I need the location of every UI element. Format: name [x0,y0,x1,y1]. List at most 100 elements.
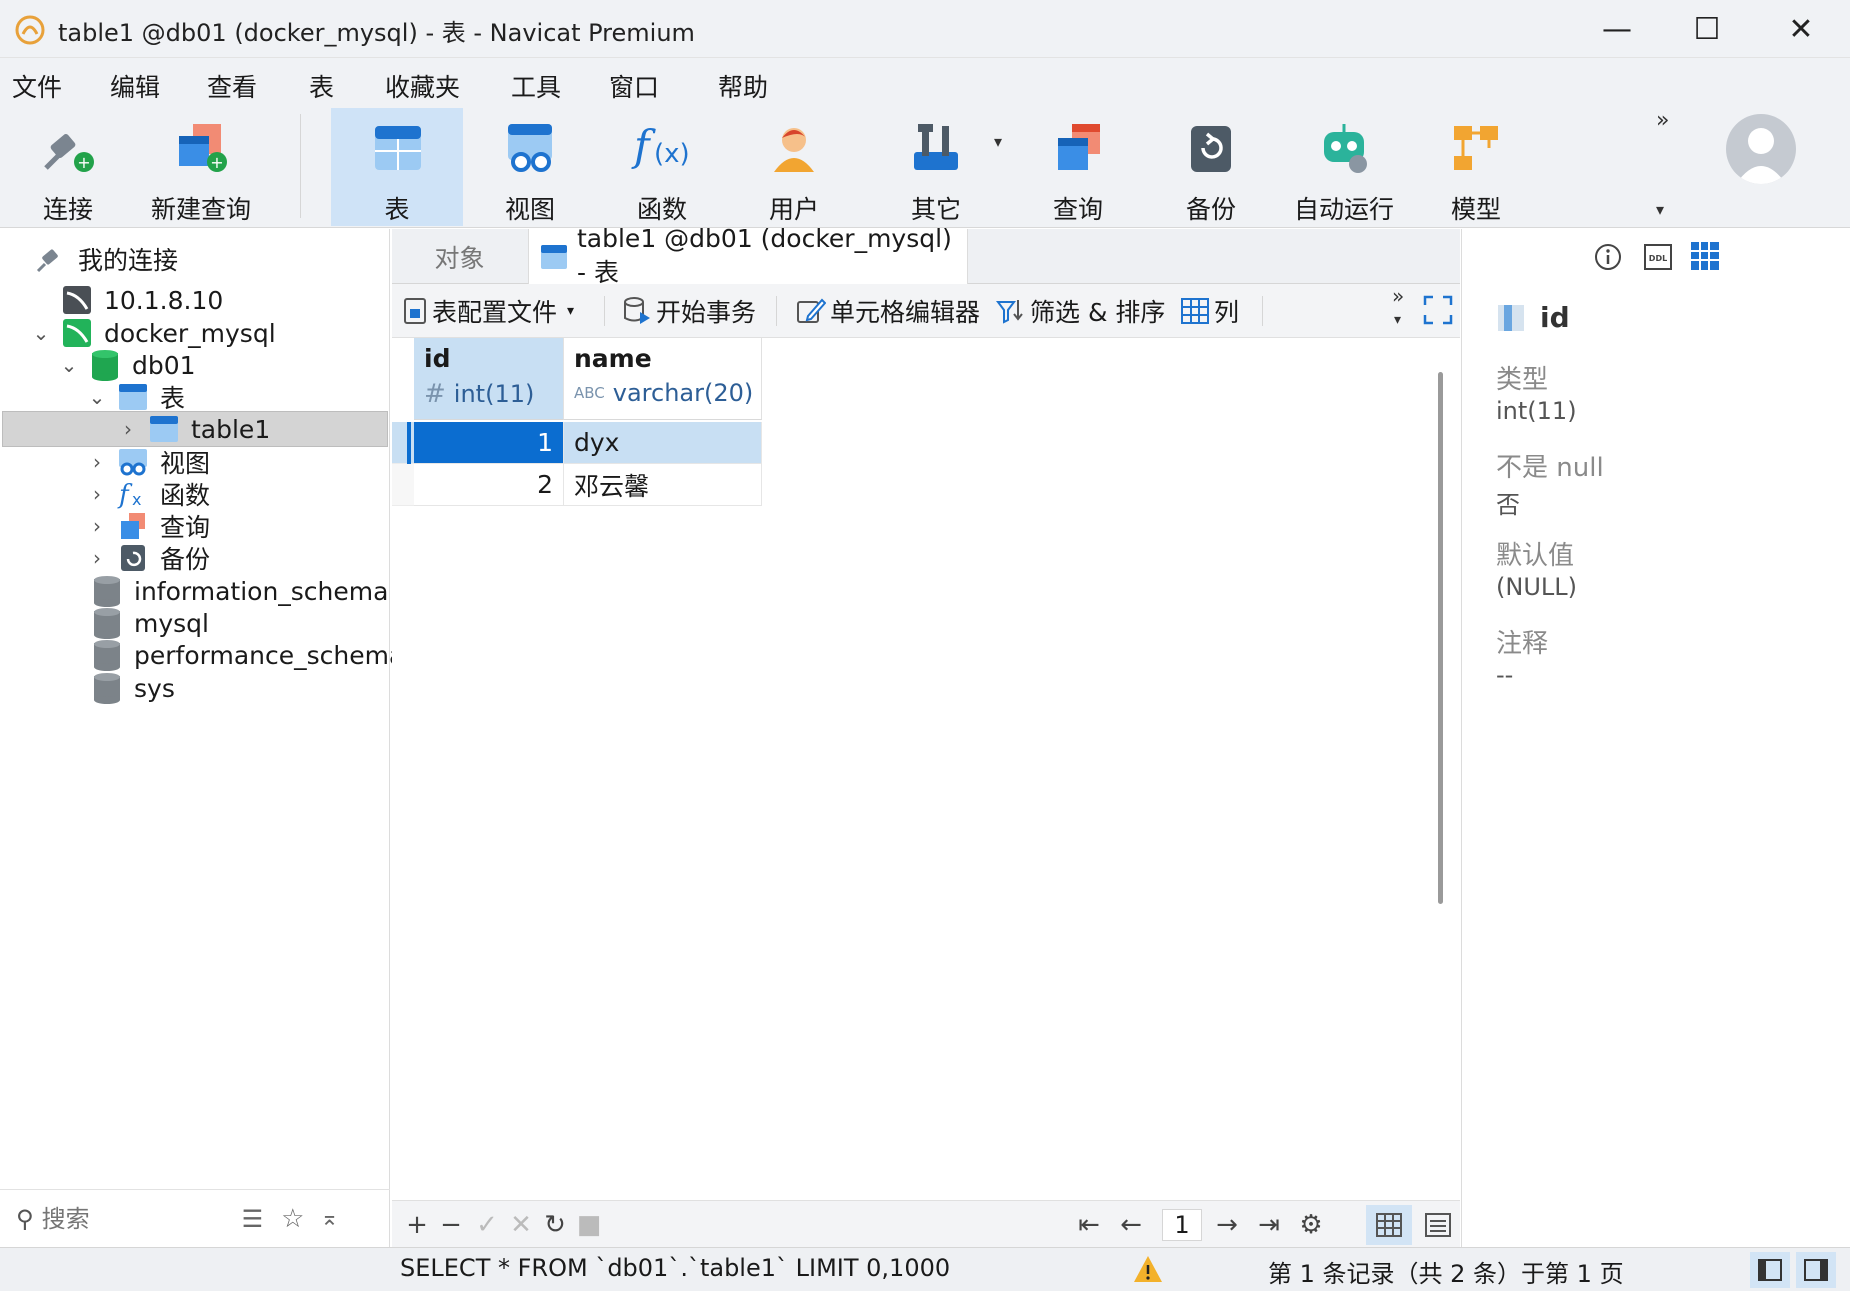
filter-icon[interactable]: ☰ [242,1205,264,1233]
page-number-field[interactable]: 1 [1162,1209,1202,1241]
first-page-icon[interactable]: ⇤ [1074,1209,1104,1241]
cell-editor-button[interactable]: 单元格编辑器 [796,292,980,330]
table-cell[interactable]: dyx [564,422,762,464]
add-record-icon[interactable]: + [402,1209,432,1241]
ddl-icon[interactable]: DDL [1642,241,1674,279]
function-button[interactable]: f (x) 函数 [606,108,718,226]
table-icon [116,381,150,413]
tab-table1[interactable]: table1 @db01 (docker_mysql) - 表 [528,224,968,287]
tree-group-functions[interactable]: › fx 函数 [86,476,210,512]
tree-label: sys [134,673,175,703]
user-button[interactable]: 用户 [738,108,850,226]
fullscreen-icon[interactable] [1422,294,1454,332]
tree-group-views[interactable]: › 视图 [86,444,210,480]
maximize-button[interactable]: ☐ [1662,0,1752,58]
vertical-scrollbar[interactable] [1438,372,1443,904]
last-page-icon[interactable]: ⇥ [1254,1209,1284,1241]
star-icon[interactable]: ☆ [281,1204,304,1234]
other-button[interactable]: 其它 [880,108,992,226]
query-button[interactable]: 查询 [1022,108,1134,226]
toggle-info-panel-icon[interactable] [1796,1252,1836,1288]
view-button[interactable]: 视图 [474,108,586,226]
tree-group-tables[interactable]: ⌄ 表 [86,379,185,415]
robot-icon [1312,116,1376,180]
menu-edit[interactable]: 编辑 [110,68,160,104]
table-cell[interactable]: 邓云馨 [564,464,762,506]
info-icon[interactable] [1592,241,1624,279]
next-page-icon[interactable]: → [1212,1209,1242,1241]
minimize-button[interactable]: — [1572,0,1662,58]
collapse-all-icon[interactable]: ⌅ [320,1206,338,1231]
row-selector[interactable] [392,422,414,464]
menu-window[interactable]: 窗口 [609,68,659,104]
avatar[interactable] [1726,114,1796,184]
column-header-name[interactable]: name ABC varchar(20) [564,338,762,420]
tab-objects[interactable]: 对象 [392,229,527,284]
close-button[interactable]: ✕ [1756,0,1846,58]
table-button[interactable]: 表 [331,108,463,226]
chevron-right-icon[interactable]: › [86,514,108,538]
table-cell[interactable]: 2 [414,464,564,506]
tree-table-table1[interactable]: › table1 [2,411,388,447]
gear-icon[interactable]: ⚙ [1296,1209,1326,1241]
chevron-down-icon: ▾ [567,303,575,319]
previous-page-icon[interactable]: ← [1116,1209,1146,1241]
chevron-down-icon[interactable]: ⌄ [58,353,80,377]
new-query-button[interactable]: + 新建查询 [138,108,264,226]
begin-transaction-button[interactable]: 开始事务 [622,292,756,330]
row-selector[interactable] [392,464,414,506]
structure-icon[interactable] [1688,239,1722,279]
tree-root-my-connections[interactable]: 我的连接 [34,241,178,277]
column-header-id[interactable]: id # int(11) [414,338,564,420]
tree-database-sys[interactable]: sys [90,670,175,706]
svg-text:f: f [117,480,133,509]
menu-table[interactable]: 表 [309,68,334,104]
menu-help[interactable]: 帮助 [718,68,768,104]
delete-record-icon[interactable]: − [436,1209,466,1241]
model-button[interactable]: 模型 [1420,108,1532,226]
numeric-type-icon: # [424,379,446,409]
table-cell[interactable]: 1 [414,422,564,464]
tree-database-performance-schema[interactable]: performance_schema [90,637,404,673]
chevron-right-icon[interactable]: › [86,450,108,474]
warning-icon[interactable] [1132,1254,1164,1290]
chevron-right-icon[interactable]: › [86,482,108,506]
menu-file[interactable]: 文件 [12,68,62,104]
form-view-icon[interactable] [1418,1209,1458,1241]
menu-view[interactable]: 查看 [207,68,257,104]
menu-favorites[interactable]: 收藏夹 [385,68,460,104]
chevron-down-icon[interactable]: ⌄ [86,385,108,409]
tree-database-information-schema[interactable]: information_schema [90,573,388,609]
tree-label: docker_mysql [104,318,276,348]
more-tools-button[interactable]: » [1392,284,1404,308]
automation-button[interactable]: 自动运行 [1288,108,1400,226]
discard-changes-icon[interactable]: ✕ [506,1209,536,1241]
chevron-right-icon[interactable]: › [86,546,108,570]
svg-text:f: f [631,121,656,170]
tree-group-queries[interactable]: › 查询 [86,508,210,544]
toggle-navigator-icon[interactable] [1750,1252,1790,1288]
filter-sort-button[interactable]: 筛选 & 排序 [996,292,1165,330]
tree-group-backups[interactable]: › 备份 [86,540,210,576]
tree-database-mysql[interactable]: mysql [90,605,209,641]
chevron-down-icon[interactable]: ⌄ [30,321,52,345]
search-input[interactable] [41,1204,202,1233]
other-dropdown-icon[interactable]: ▾ [994,132,1002,151]
toolbar-customize-icon[interactable]: ▾ [1656,200,1664,219]
stop-icon[interactable]: ■ [574,1209,604,1241]
menu-tools[interactable]: 工具 [511,68,561,104]
tree-connection-10-1-8-10[interactable]: 10.1.8.10 [60,282,223,318]
connect-button[interactable]: + 连接 [12,108,124,226]
tree-connection-docker-mysql[interactable]: ⌄ docker_mysql [30,315,276,351]
tree-database-db01[interactable]: ⌄ db01 [58,347,196,383]
refresh-icon[interactable]: ↻ [540,1209,570,1241]
chevron-right-icon[interactable]: › [117,417,139,441]
toolbar-more-button[interactable]: » [1656,108,1669,133]
grid-view-icon[interactable] [1366,1205,1412,1245]
backup-button[interactable]: 备份 [1155,108,1267,226]
table-profile-button[interactable]: 表配置文件 ▾ [402,292,574,330]
customize-dropdown-icon[interactable]: ▾ [1394,312,1401,328]
apply-changes-icon[interactable]: ✓ [472,1209,502,1241]
columns-button[interactable]: 列 [1180,292,1239,330]
connection-navigator: 我的连接 10.1.8.10 ⌄ docker_mysql ⌄ db01 ⌄ 表… [0,229,404,1247]
